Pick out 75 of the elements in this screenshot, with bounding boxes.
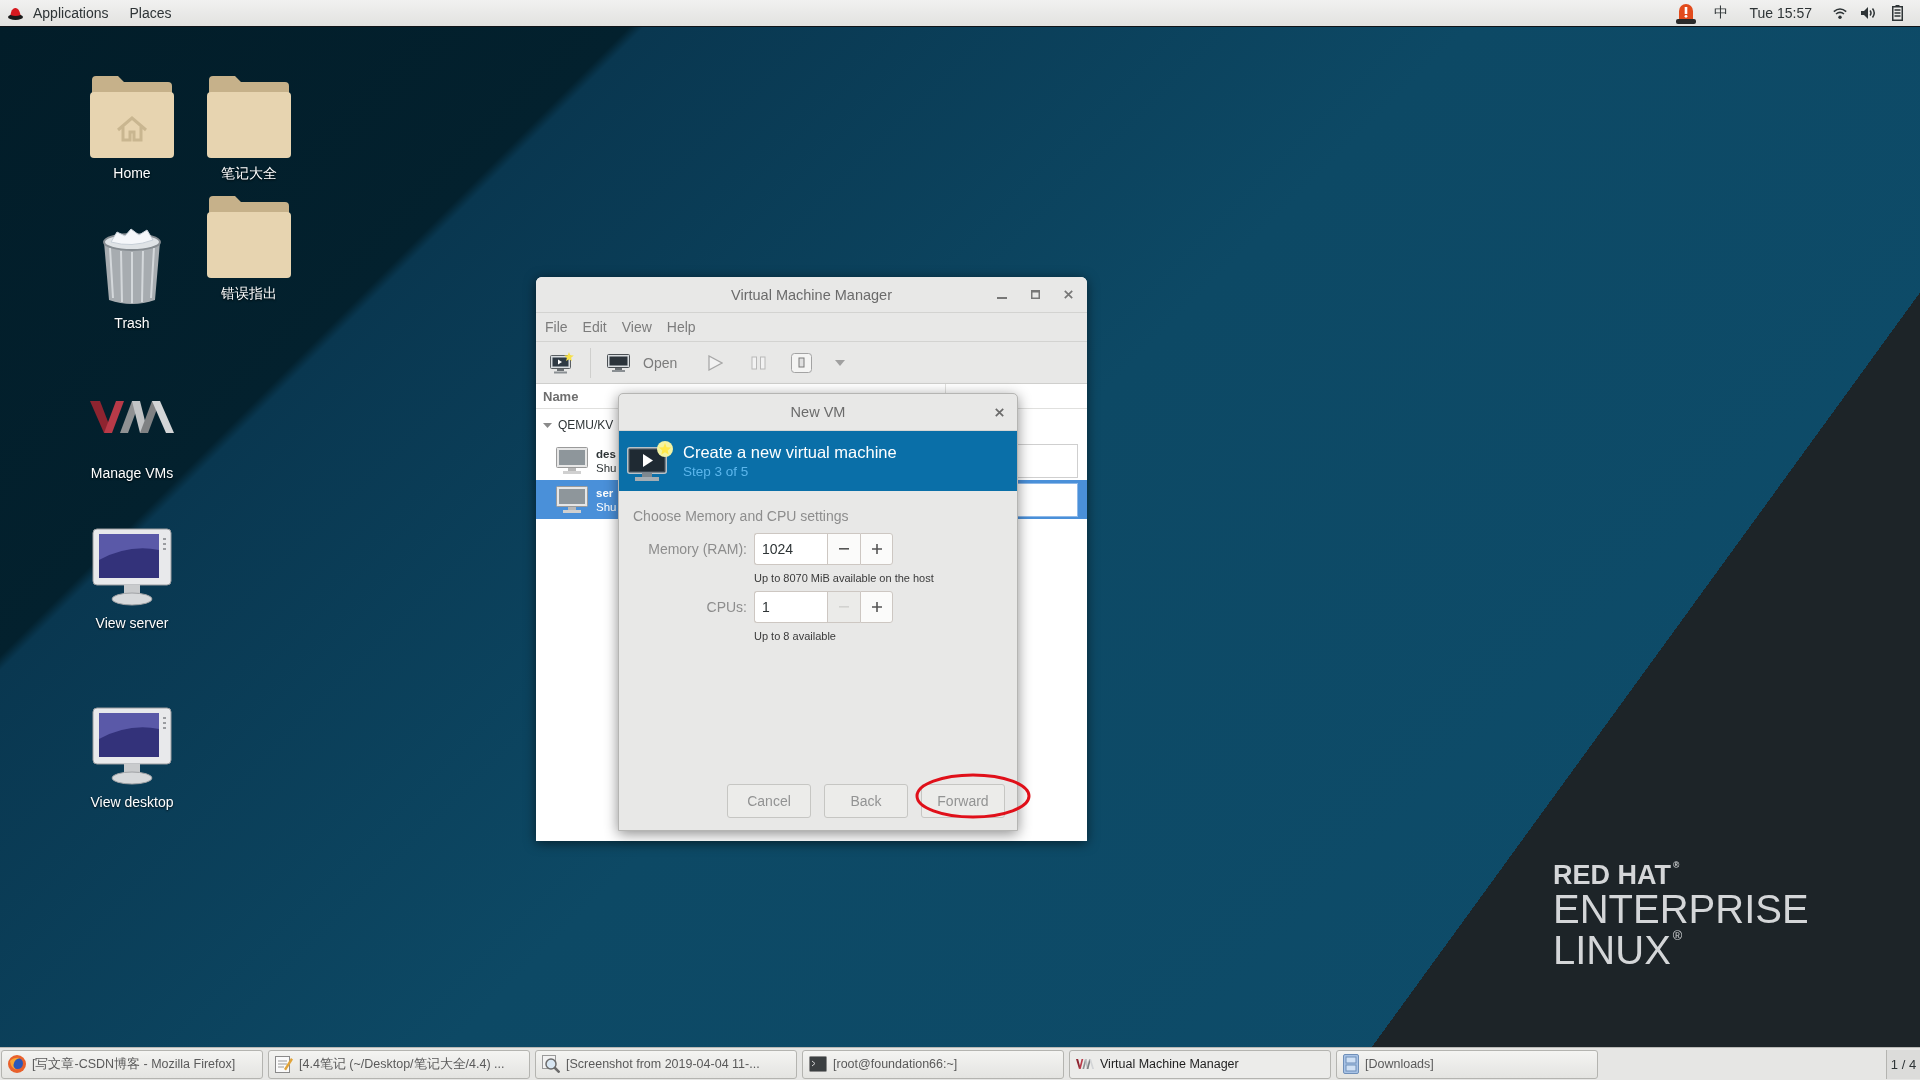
- increment-button[interactable]: [860, 533, 893, 565]
- vm-status: Shu: [596, 460, 617, 475]
- hint-text: Up to 8070 MiB available on the host: [754, 571, 935, 585]
- icon-label[interactable]: 笔记大全: [221, 165, 277, 182]
- menu-item[interactable]: Help: [666, 319, 696, 335]
- menu-item[interactable]: File: [545, 319, 568, 335]
- monitor-icon: [556, 447, 588, 474]
- menu-button[interactable]: Places: [129, 5, 172, 21]
- minimize-icon[interactable]: [997, 296, 1007, 299]
- field-label: CPUs:: [706, 599, 747, 615]
- hint-text: Up to 8 available: [754, 629, 837, 643]
- number-field[interactable]: 1024: [754, 533, 827, 565]
- monitor-icon: [607, 353, 630, 372]
- plus-icon: [871, 602, 882, 612]
- section-label: Choose Memory and CPU settings: [633, 508, 850, 525]
- logo-text: LINUX$^{®}$: [1553, 930, 1684, 971]
- logo-text: RED HAT$^{®}$: [1553, 861, 1681, 889]
- workspace-indicator[interactable]: 1 / 4: [1886, 1049, 1920, 1079]
- folder-icon[interactable]: [207, 196, 291, 278]
- menu-item[interactable]: View: [621, 319, 652, 335]
- siren-icon[interactable]: [1676, 2, 1697, 24]
- expander-icon[interactable]: [543, 420, 552, 430]
- terminal-icon: [809, 1056, 827, 1072]
- wifi-icon[interactable]: [1833, 7, 1847, 19]
- vm-name: des: [596, 446, 617, 461]
- close-icon[interactable]: [995, 408, 1004, 417]
- vm-status: Shu: [596, 499, 617, 514]
- monitor-star-icon[interactable]: [550, 351, 574, 374]
- magnifier-icon: [542, 1055, 560, 1073]
- volume-icon[interactable]: [1861, 7, 1876, 19]
- monitor-icon[interactable]: [92, 707, 172, 785]
- taskbar-button[interactable]: [4.4笔记 (~/Desktop/笔记大全/4.4) ...: [268, 1049, 530, 1079]
- taskbar-button[interactable]: Virtual Machine Manager: [1069, 1049, 1331, 1079]
- folder-icon[interactable]: [207, 76, 291, 158]
- minus-icon: [839, 548, 849, 550]
- taskbar-button[interactable]: [写文章-CSDN博客 - Mozilla Firefox]: [1, 1049, 263, 1079]
- trash-can-icon[interactable]: [101, 228, 163, 306]
- stripes-logo-icon[interactable]: [90, 401, 174, 433]
- cabinet-icon: [1343, 1054, 1359, 1074]
- taskbar-button[interactable]: [Downloads]: [1336, 1049, 1598, 1079]
- monitor-icon: [556, 486, 588, 513]
- wizard-step: Step 3 of 5: [683, 464, 897, 479]
- wizard-title: Create a new virtual machine: [683, 443, 897, 462]
- notepad-icon: [275, 1055, 293, 1073]
- icon-label[interactable]: 错误指出: [221, 285, 277, 302]
- home-folder-icon[interactable]: [90, 76, 174, 158]
- number-field[interactable]: 1: [754, 591, 827, 623]
- menu-button[interactable]: Applications: [33, 5, 109, 21]
- globe-icon: [8, 1055, 26, 1073]
- icon-label[interactable]: Trash: [114, 315, 150, 332]
- hat-icon[interactable]: [8, 6, 23, 20]
- input-method-indicator[interactable]: 中: [1714, 4, 1729, 22]
- icon-label[interactable]: Manage VMs: [90, 465, 174, 482]
- taskbar-button[interactable]: [root@foundation66:~]: [802, 1049, 1064, 1079]
- taskbar-button[interactable]: [Screenshot from 2019-04-04 11-...: [535, 1049, 797, 1079]
- cpu-usage-graph: [1016, 482, 1078, 517]
- connection-label[interactable]: QEMU/KV: [558, 418, 614, 432]
- logo-text: ENTERPRISE: [1553, 889, 1809, 930]
- dialog-title: New VM: [790, 404, 846, 420]
- stripes-logo-icon: [1076, 1059, 1094, 1069]
- monitor-play-icon: [627, 441, 673, 481]
- window-title: Virtual Machine Manager: [731, 286, 892, 303]
- menu-item[interactable]: Edit: [582, 319, 607, 335]
- vm-name: ser: [596, 485, 615, 500]
- plus-icon: [871, 544, 882, 554]
- increment-button[interactable]: [860, 591, 893, 623]
- maximize-icon[interactable]: [1031, 290, 1040, 299]
- icon-label[interactable]: View server: [95, 615, 169, 632]
- icon-label[interactable]: Home: [113, 165, 151, 182]
- field-label: Memory (RAM):: [648, 541, 747, 557]
- close-icon[interactable]: [1064, 290, 1073, 299]
- battery-icon[interactable]: [1892, 5, 1903, 21]
- icon-label[interactable]: View desktop: [90, 794, 174, 811]
- monitor-icon[interactable]: [92, 528, 172, 606]
- clock-label[interactable]: Tue 15:57: [1749, 5, 1812, 21]
